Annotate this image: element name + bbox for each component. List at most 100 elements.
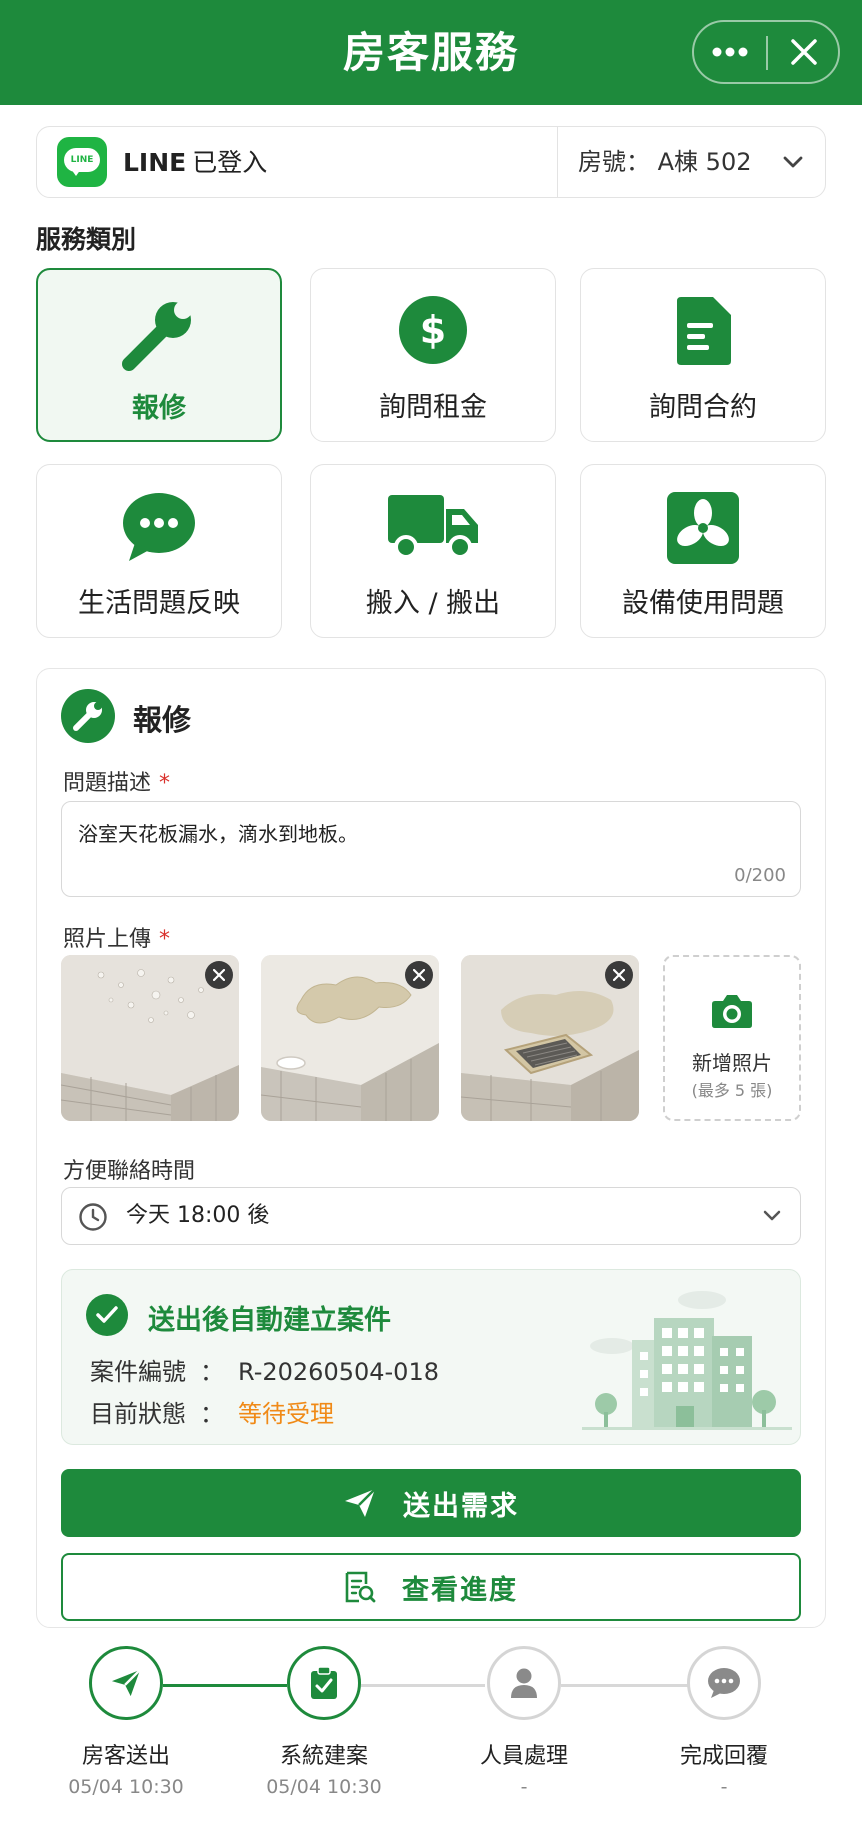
category-label: 設備使用問題: [622, 588, 784, 619]
category-label: 搬入 / 搬出: [365, 588, 501, 619]
login-status-bar: LINE LINE 已登入 房號： A棟 502: [36, 126, 826, 198]
repair-form-card: 報修 問題描述 * 浴室天花板漏水，滴水到地板。 0/200 照片上傳 * 新增…: [36, 668, 826, 1628]
submit-request-button[interactable]: 送出需求: [61, 1469, 801, 1537]
step-time: -: [720, 1776, 728, 1798]
camera-icon: [712, 995, 752, 1028]
line-logo-icon: LINE: [57, 137, 107, 187]
wrench-icon: [122, 301, 192, 371]
person-icon: [487, 1646, 561, 1720]
description-label-text: 問題描述: [63, 771, 152, 796]
clock-icon: [79, 1203, 107, 1231]
step-label: 人員處理: [479, 1744, 568, 1769]
add-photo-hint: (最多 5 張): [691, 1081, 773, 1100]
category-living-issue[interactable]: 生活問題反映: [36, 464, 282, 638]
room-value: A棟 502: [657, 148, 752, 176]
room-select[interactable]: 房號： A棟 502: [557, 127, 825, 197]
case-title: 送出後自動建立案件: [148, 1305, 391, 1336]
remove-photo-button[interactable]: [205, 961, 233, 989]
case-number-label: 案件編號: [90, 1358, 186, 1386]
line-logo-text: LINE: [64, 148, 100, 172]
contact-time-label: 方便聯絡時間: [63, 1159, 196, 1184]
category-label: 詢問租金: [379, 392, 487, 423]
description-value: 浴室天花板漏水，滴水到地板。: [78, 822, 358, 846]
category-equipment-issue[interactable]: 設備使用問題: [580, 464, 826, 638]
step-label: 系統建案: [279, 1744, 368, 1769]
category-move-in-out[interactable]: 搬入 / 搬出: [310, 464, 556, 638]
check-circle-icon: [86, 1294, 128, 1336]
wrench-icon: [61, 689, 115, 743]
close-button[interactable]: [768, 22, 840, 82]
form-title: 報修: [133, 703, 192, 737]
clipboard-check-icon: [287, 1646, 361, 1720]
description-label: 問題描述 *: [63, 765, 170, 797]
truck-icon: [388, 495, 478, 559]
more-button[interactable]: [694, 22, 766, 82]
progress-stepper: 房客送出 05/04 10:30 系統建案 05/04 10:30 人員處理 -: [0, 1632, 862, 1824]
chevron-down-icon: [783, 156, 803, 168]
close-icon: [613, 969, 625, 981]
dollar-icon: $: [399, 296, 467, 364]
case-status-value: 等待受理: [238, 1400, 334, 1428]
close-icon: [413, 969, 425, 981]
auto-case-panel: 送出後自動建立案件 案件編號 ： R-20260504-018 目前狀態 ： 等待受理: [61, 1269, 801, 1445]
category-label: 生活問題反映: [78, 588, 240, 619]
required-mark: *: [159, 927, 171, 952]
step-time: 05/04 10:30: [266, 1776, 382, 1798]
step-label: 房客送出: [81, 1744, 170, 1769]
photos-label: 照片上傳 *: [63, 921, 170, 953]
chevron-down-icon: [763, 1210, 781, 1221]
step-connector: [561, 1684, 689, 1687]
send-icon: [343, 1487, 377, 1519]
room-label-text: 房號：: [578, 148, 650, 176]
view-progress-button[interactable]: 查看進度: [61, 1553, 801, 1621]
category-label: 報修: [132, 393, 186, 424]
more-icon: [712, 47, 748, 57]
case-number-row: 案件編號 ： R-20260504-018: [90, 1352, 439, 1387]
remove-photo-button[interactable]: [405, 961, 433, 989]
login-status-text: 已登入: [192, 148, 268, 177]
section-label: 服務類別: [36, 225, 137, 254]
category-repair[interactable]: 報修: [36, 268, 282, 442]
close-icon: [791, 39, 817, 65]
room-label: 房號： A棟 502: [578, 127, 752, 197]
step-time: 05/04 10:30: [68, 1776, 184, 1798]
category-contract-inquiry[interactable]: 詢問合約: [580, 268, 826, 442]
chat-bubble-icon: [123, 493, 195, 561]
close-icon: [213, 969, 225, 981]
login-brand: LINE: [123, 148, 187, 177]
send-icon: [89, 1646, 163, 1720]
fan-icon: [667, 492, 739, 564]
step-connector: [163, 1684, 287, 1687]
category-rent-inquiry[interactable]: $ 詢問租金: [310, 268, 556, 442]
chat-bubble-icon: [687, 1646, 761, 1720]
photos-label-text: 照片上傳: [63, 927, 152, 952]
uploaded-photo[interactable]: [461, 955, 639, 1121]
svg-text:$: $: [420, 308, 446, 352]
document-icon: [677, 297, 731, 365]
document-search-icon: [344, 1570, 376, 1604]
required-mark: *: [159, 771, 171, 796]
case-status-colon: ：: [200, 1400, 224, 1428]
step-time: -: [520, 1776, 528, 1798]
submit-request-label: 送出需求: [403, 1490, 519, 1522]
step-connector: [361, 1684, 485, 1687]
view-progress-label: 查看進度: [402, 1574, 518, 1606]
add-photo-button[interactable]: 新增照片 (最多 5 張): [663, 955, 801, 1121]
contact-time-select[interactable]: 今天 18:00 後: [61, 1187, 801, 1245]
mini-program-capsule: [692, 20, 840, 84]
case-number-colon: ：: [200, 1358, 224, 1386]
step-label: 完成回覆: [679, 1744, 768, 1769]
character-counter: 0/200: [734, 865, 786, 886]
category-label: 詢問合約: [649, 392, 757, 423]
uploaded-photo[interactable]: [61, 955, 239, 1121]
case-number-value: R-20260504-018: [238, 1358, 439, 1386]
case-status-row: 目前狀態 ： 等待受理: [90, 1394, 334, 1429]
case-status-label: 目前狀態: [90, 1400, 186, 1428]
building-illustration: [582, 1291, 792, 1430]
remove-photo-button[interactable]: [605, 961, 633, 989]
add-photo-label: 新增照片: [692, 1051, 772, 1075]
uploaded-photo[interactable]: [261, 955, 439, 1121]
login-status: LINE 已登入: [123, 127, 267, 199]
contact-time-value: 今天 18:00 後: [126, 1203, 270, 1228]
description-textarea[interactable]: 浴室天花板漏水，滴水到地板。 0/200: [61, 801, 801, 897]
